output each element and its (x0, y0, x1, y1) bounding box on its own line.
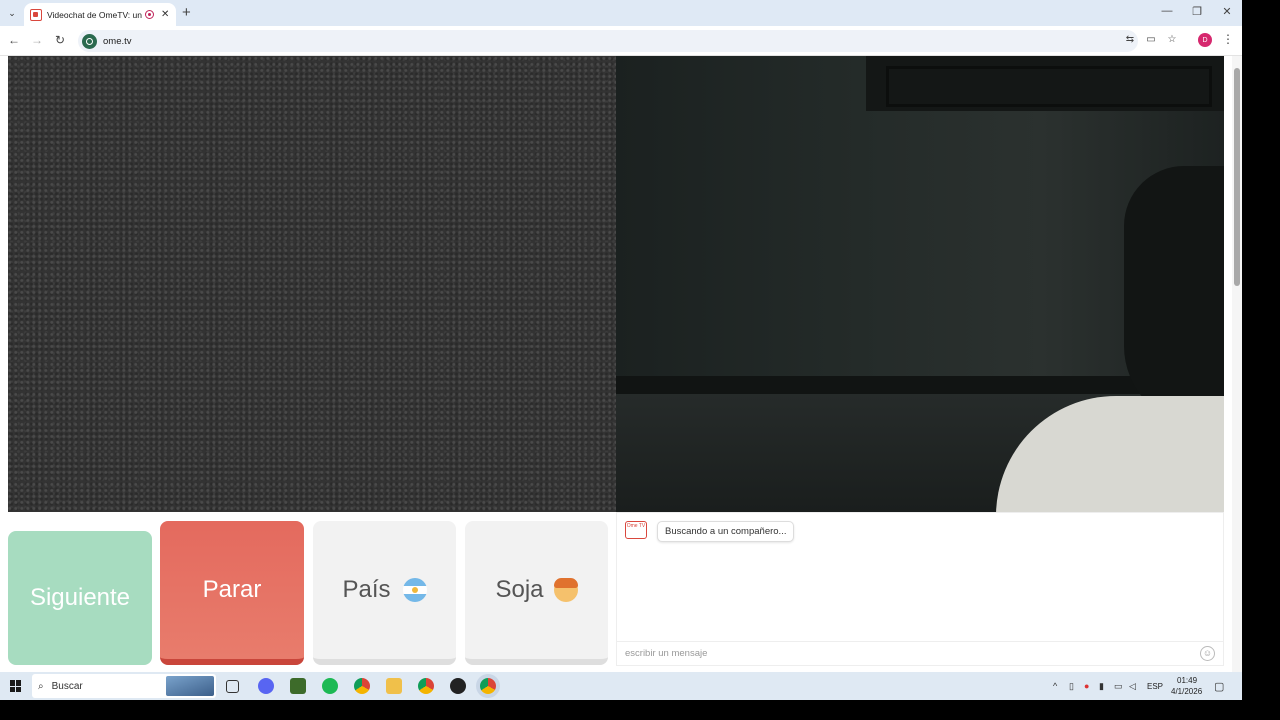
tab-title: Videochat de OmeTV: una (47, 9, 142, 20)
scrollbar-thumb[interactable] (1234, 68, 1240, 286)
address-bar[interactable]: ome.tv (78, 30, 1138, 52)
chat-input-placeholder: escribir un mensaje (625, 648, 708, 659)
app-icon[interactable] (450, 678, 466, 694)
page-scrollbar[interactable] (1232, 56, 1242, 672)
tray-mic-icon[interactable]: ▮ (1099, 681, 1104, 692)
forward-icon[interactable]: → (29, 33, 45, 47)
gender-button[interactable]: Soja (465, 521, 608, 665)
taskbar-search[interactable]: ⌕ Buscar (32, 674, 216, 698)
discord-icon[interactable] (258, 678, 274, 694)
gender-button-label: Soja (495, 576, 544, 603)
task-view-icon[interactable] (226, 680, 239, 693)
tray-device-icon[interactable]: ▯ (1069, 681, 1074, 692)
tray-time[interactable]: 01:49 (1177, 676, 1197, 685)
screen: ⌄ Videochat de OmeTV: una ✕ + — ❐ ✕ ← → … (0, 0, 1242, 700)
next-button-label: Siguiente (29, 584, 131, 611)
ometv-page: Siguiente Parar País Soja Ome TV Buscand… (0, 56, 1232, 672)
minecraft-icon[interactable] (290, 678, 306, 694)
partner-video-static (8, 56, 616, 512)
translate-icon[interactable]: ⇆ (1122, 34, 1138, 45)
browser-tab[interactable]: Videochat de OmeTV: una ✕ (24, 3, 176, 26)
tab-strip: ⌄ Videochat de OmeTV: una ✕ + — ❐ ✕ (0, 0, 1242, 26)
site-info-icon[interactable] (82, 33, 97, 49)
chrome-active-icon[interactable] (480, 678, 496, 694)
tray-volume-icon[interactable]: ◁ (1129, 681, 1136, 692)
file-explorer-icon[interactable] (386, 678, 402, 694)
ometv-favicon-icon (30, 8, 42, 21)
tray-network-icon[interactable]: ▭ (1114, 681, 1123, 692)
tray-date[interactable]: 4/1/2026 (1171, 687, 1202, 696)
tray-chevron-icon[interactable]: ^ (1053, 681, 1057, 691)
reload-icon[interactable]: ↻ (52, 33, 68, 47)
argentina-flag-icon (402, 578, 427, 602)
next-button[interactable]: Siguiente (8, 531, 152, 665)
stop-button[interactable]: Parar (160, 521, 304, 665)
bookmark-star-icon[interactable]: ☆ (1164, 34, 1180, 45)
windows-taskbar: ⌕ Buscar ^ ▯ ● ▮ ▭ ◁ ESP 01:49 4/1/2026 … (0, 672, 1242, 700)
menu-dots-icon[interactable]: ⋮ (1222, 32, 1234, 46)
close-window-icon[interactable]: ✕ (1217, 5, 1237, 18)
profile-avatar[interactable]: D (1198, 33, 1212, 47)
chrome-icon[interactable] (354, 678, 370, 694)
windows-start-icon[interactable] (10, 680, 22, 692)
ometv-logo-icon: Ome TV (625, 521, 647, 539)
self-webcam-video (616, 56, 1224, 512)
stop-button-label: Parar (202, 576, 262, 603)
back-icon[interactable]: ← (6, 33, 22, 47)
recording-icon (145, 10, 154, 19)
chat-panel: Ome TV Buscando a un compañero... escrib… (616, 512, 1224, 666)
search-icon: ⌕ (38, 680, 44, 692)
cast-icon[interactable]: ▭ (1143, 34, 1159, 45)
country-button[interactable]: País (313, 521, 456, 665)
search-highlight-image (166, 676, 214, 696)
taskbar-search-placeholder: Buscar (51, 680, 83, 692)
tray-record-icon[interactable]: ● (1084, 681, 1089, 691)
country-button-label: País (342, 576, 391, 603)
tab-search-chevron-icon[interactable]: ⌄ (4, 5, 20, 21)
person-head (1124, 166, 1224, 426)
url-text: ome.tv (103, 35, 132, 47)
browser-toolbar: ← → ↻ ome.tv ⇆ ▭ ☆ D ⋮ (0, 26, 1242, 56)
restore-icon[interactable]: ❐ (1187, 5, 1207, 18)
spotify-icon[interactable] (322, 678, 338, 694)
wall-picture-frame (866, 56, 1224, 111)
chat-message-input[interactable]: escribir un mensaje ☺ (617, 641, 1223, 665)
notification-icon[interactable]: ▢ (1214, 680, 1224, 693)
minimize-icon[interactable]: — (1157, 5, 1177, 17)
chat-status-message: Buscando a un compañero... (657, 521, 795, 542)
emoji-icon[interactable]: ☺ (1200, 646, 1215, 661)
tray-language[interactable]: ESP (1147, 682, 1163, 691)
boy-face-icon (553, 578, 578, 602)
new-tab-icon[interactable]: + (182, 4, 191, 21)
tab-close-icon[interactable]: ✕ (161, 9, 169, 20)
chrome-profile-icon[interactable] (418, 678, 434, 694)
